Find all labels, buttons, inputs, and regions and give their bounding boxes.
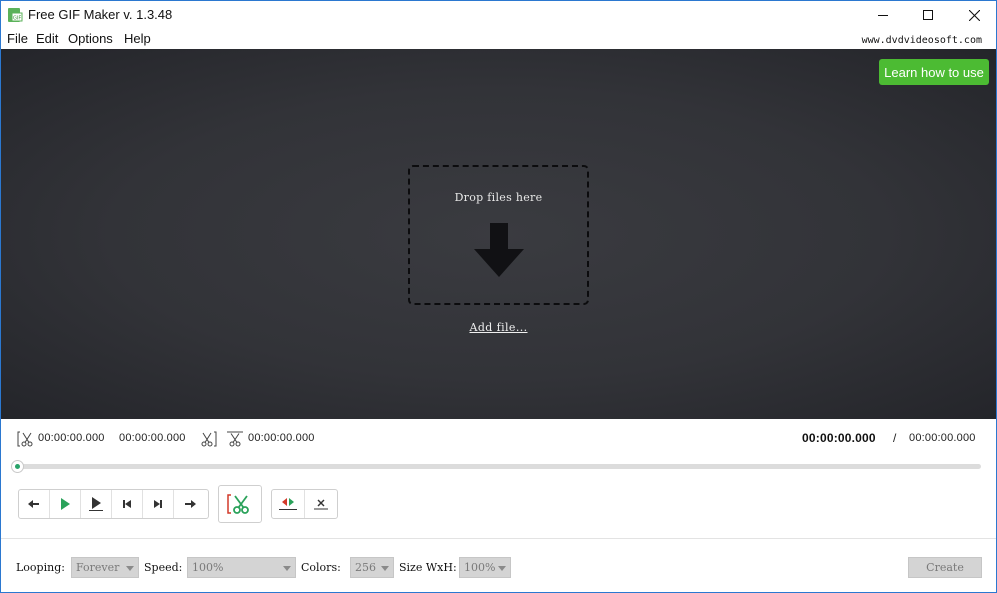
play-step-button[interactable] [81,490,112,518]
title-bar: GIF Free GIF Maker v. 1.3.48 [1,1,996,29]
delete-mark-button[interactable] [305,490,338,518]
time-row: 00:00:00.000 00:00:00.000 00:00:00.000 0… [1,419,996,459]
cut-time: 00:00:00.000 [248,432,315,444]
step-back-button[interactable] [19,490,50,518]
gif-app-icon: GIF [7,7,23,23]
seek-handle[interactable] [11,460,24,473]
skip-end-button[interactable] [143,490,174,518]
play-button[interactable] [50,490,81,518]
add-file-row: Add file... [1,321,996,334]
looping-value: Forever [76,561,119,574]
seek-track[interactable] [18,464,981,469]
arrow-right-icon [184,499,196,509]
looping-select[interactable]: Forever [71,557,139,578]
delete-mark-icon [314,498,328,510]
maximize-button[interactable] [905,1,951,29]
menu-options[interactable]: Options [68,31,113,46]
add-file-link[interactable]: Add file... [469,321,527,334]
minimize-button[interactable] [860,1,906,29]
playback-controls [18,489,209,519]
speed-label: Speed: [144,561,182,574]
down-arrow-icon [474,223,524,277]
colors-label: Colors: [301,561,341,574]
learn-how-to-use-button[interactable]: Learn how to use [879,59,989,85]
menu-help[interactable]: Help [124,31,151,46]
total-time: 00:00:00.000 [909,432,976,444]
speed-select[interactable]: 100% [187,557,296,578]
app-window: GIF Free GIF Maker v. 1.3.48 File Edit O… [0,0,997,593]
speed-value: 100% [192,561,223,574]
section-divider [1,538,996,539]
scissors-icon [227,493,253,515]
cut-button[interactable] [218,485,262,523]
skip-start-icon [122,499,132,509]
end-time: 00:00:00.000 [119,432,186,444]
minimize-icon [878,10,888,20]
step-forward-button[interactable] [174,490,205,518]
arrow-left-icon [28,499,40,509]
size-select[interactable]: 100% [459,557,511,578]
mark-controls [271,489,338,519]
website-link[interactable]: www.dvdvideosoft.com [862,35,982,46]
size-label: Size WxH: [399,561,457,574]
menu-edit[interactable]: Edit [36,31,58,46]
chevron-down-icon [283,566,291,571]
current-time: 00:00:00.000 [802,431,876,445]
colors-select[interactable]: 256 [350,557,394,578]
size-value: 100% [464,561,495,574]
drop-files-text: Drop files here [410,191,587,204]
chevron-down-icon [126,566,134,571]
drop-zone[interactable]: Drop files here [408,165,589,305]
preview-area: Learn how to use Drop files here Add fil… [1,49,996,419]
chevron-down-icon [381,566,389,571]
mark-button[interactable] [272,490,305,518]
svg-text:GIF: GIF [13,16,21,22]
looping-label: Looping: [16,561,65,574]
settings-bar: Looping: Forever Speed: 100% Colors: 256… [1,555,996,579]
colors-value: 256 [355,561,376,574]
skip-start-button[interactable] [112,490,143,518]
cut-start-icon[interactable] [17,430,35,448]
cut-end-icon[interactable] [199,430,217,448]
time-separator: / [893,431,896,445]
mark-icon [279,497,297,511]
close-button[interactable] [951,1,997,29]
window-title: Free GIF Maker v. 1.3.48 [28,7,172,22]
create-button[interactable]: Create [908,557,982,578]
maximize-icon [923,10,933,20]
chevron-down-icon [498,566,506,571]
start-time: 00:00:00.000 [38,432,105,444]
menu-bar: File Edit Options Help www.dvdvideosoft.… [1,29,996,49]
skip-end-icon [153,499,163,509]
cut-duration-icon[interactable] [226,430,244,448]
close-icon [969,10,980,21]
menu-file[interactable]: File [7,31,28,46]
play-icon [60,498,70,510]
play-step-icon [89,497,103,511]
